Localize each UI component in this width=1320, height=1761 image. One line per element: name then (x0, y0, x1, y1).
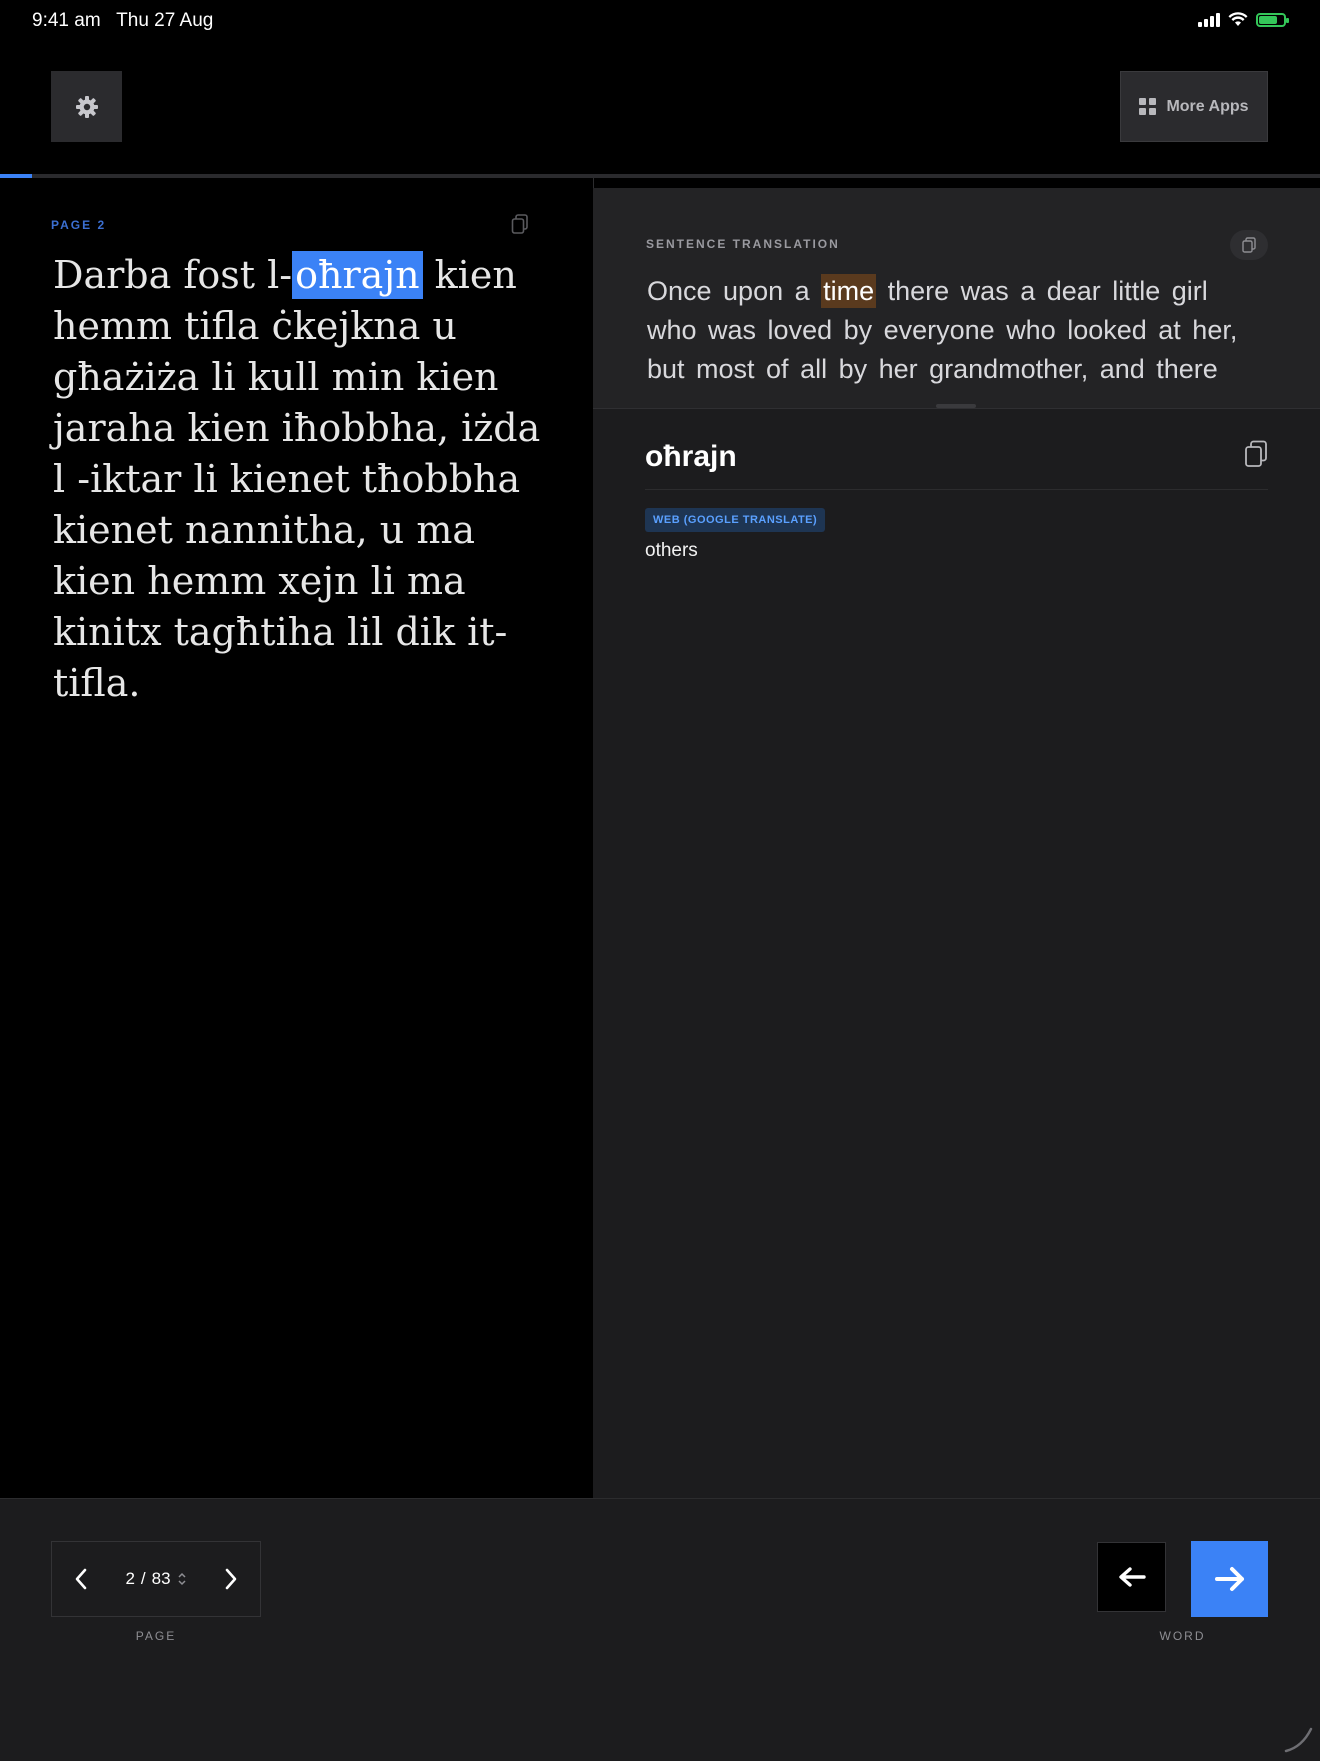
drag-handle[interactable] (936, 404, 976, 408)
page-label: PAGE 2 (51, 218, 107, 232)
page-stepper: 2 / 83 (51, 1541, 261, 1617)
copy-icon (511, 214, 528, 234)
source-badge: WEB (GOOGLE TRANSLATE) (645, 508, 826, 532)
arrow-left-icon (1118, 1567, 1146, 1587)
sentence-translation-card: SENTENCE TRANSLATION Once upon a time th… (593, 188, 1320, 409)
top-toolbar: More Apps (0, 40, 1320, 174)
status-clock: 9:41 am (32, 10, 101, 31)
grid-icon (1139, 98, 1157, 115)
arrow-right-icon (1214, 1567, 1244, 1591)
passage-text-before: Darba fost l- (53, 253, 293, 297)
page-stepper-label: PAGE (135, 1629, 177, 1643)
total-pages: 83 (151, 1569, 171, 1588)
selected-word[interactable]: oħrajn (292, 251, 423, 299)
battery-charging-icon (1256, 12, 1289, 27)
copy-word-button[interactable] (1244, 440, 1268, 473)
chevron-left-icon[interactable] (74, 1568, 88, 1590)
more-apps-button[interactable]: More Apps (1120, 71, 1268, 142)
status-time: 9:41 am Thu 27 Aug (32, 10, 213, 32)
copy-sentence-button[interactable] (1230, 230, 1268, 260)
chevron-updown-icon (178, 1572, 186, 1586)
copy-page-button[interactable] (511, 214, 529, 239)
status-date: Thu 27 Aug (116, 10, 214, 31)
word-translation: others (645, 540, 698, 561)
copy-icon (1245, 440, 1267, 467)
status-icons (1198, 12, 1289, 27)
word-nav-label: WORD (1159, 1629, 1206, 1643)
chevron-right-icon[interactable] (224, 1568, 238, 1590)
next-word-button[interactable] (1191, 1541, 1268, 1617)
copy-icon (1242, 237, 1256, 253)
gear-icon (75, 95, 98, 118)
current-page: 2 (125, 1569, 135, 1588)
status-bar: 9:41 am Thu 27 Aug (0, 0, 1320, 40)
wifi-icon (1228, 12, 1248, 26)
pencil-stroke-icon (1284, 1727, 1313, 1753)
word-title: oħrajn (645, 440, 737, 473)
settings-button[interactable] (51, 71, 122, 142)
more-apps-label: More Apps (1166, 97, 1249, 115)
translation-panel: SENTENCE TRANSLATION Once upon a time th… (593, 188, 1320, 1498)
bottom-bar: 2 / 83 PAGE WORD (0, 1498, 1320, 1761)
reader-panel: PAGE 2 Darba fost l-oħrajn kien hemm tif… (0, 178, 593, 1498)
sentence-translation-text: Once upon a time there was a dear little… (647, 272, 1267, 390)
passage-text-after: kien hemm tifla ċkejkna u għażiża li kul… (53, 253, 541, 705)
reader-passage: Darba fost l-oħrajn kien hemm tifla ċkej… (53, 250, 553, 709)
previous-word-button[interactable] (1097, 1542, 1166, 1612)
page-separator: / (140, 1569, 146, 1588)
page-number-select[interactable]: 2 / 83 (125, 1569, 186, 1589)
signal-icon (1198, 12, 1220, 27)
word-divider (645, 489, 1268, 490)
sentence-text-before: Once upon a (647, 276, 822, 306)
highlighted-word: time (821, 274, 877, 308)
sentence-translation-label: SENTENCE TRANSLATION (646, 237, 840, 251)
